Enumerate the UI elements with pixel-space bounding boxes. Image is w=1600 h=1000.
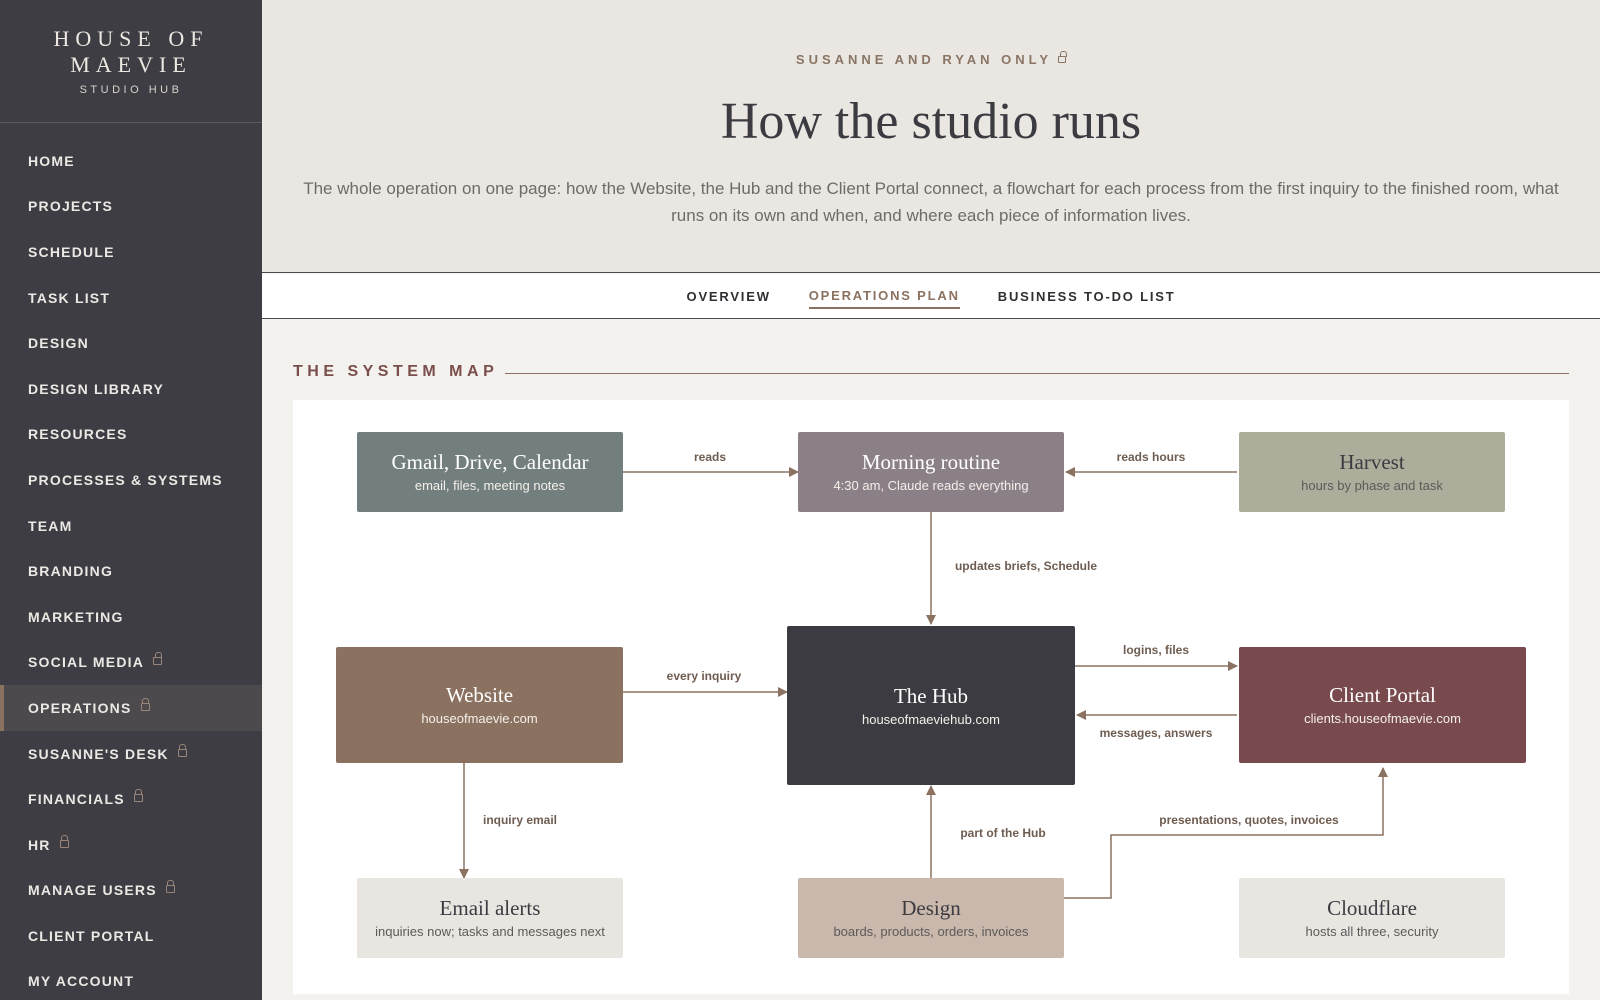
sidebar-item-susanne-s-desk[interactable]: SUSANNE'S DESK <box>0 731 262 777</box>
section-divider <box>505 373 1569 374</box>
section-title: THE SYSTEM MAP <box>293 363 499 380</box>
node-title: Gmail, Drive, Calendar <box>391 450 589 474</box>
sidebar-item-label: FINANCIALS <box>28 791 125 808</box>
lock-icon <box>153 652 163 666</box>
node-website[interactable]: Website houseofmaevie.com <box>336 647 623 763</box>
node-title: Client Portal <box>1329 683 1436 707</box>
node-harvest[interactable]: Harvest hours by phase and task <box>1239 432 1505 512</box>
sidebar-item-operations[interactable]: OPERATIONS <box>0 685 262 731</box>
sidebar-item-label: SOCIAL MEDIA <box>28 654 145 671</box>
node-subtitle: 4:30 am, Claude reads everything <box>833 478 1029 493</box>
node-title: Cloudflare <box>1327 896 1417 920</box>
node-title: Morning routine <box>861 450 1001 474</box>
sidebar-item-processes-systems[interactable]: PROCESSES & SYSTEMS <box>0 457 262 503</box>
sidebar-item-label: TASK LIST <box>28 289 111 306</box>
page-description: The whole operation on one page: how the… <box>303 179 1559 225</box>
node-gmail-drive-calendar[interactable]: Gmail, Drive, Calendar email, files, mee… <box>357 432 623 512</box>
node-subtitle: boards, products, orders, invoices <box>833 924 1029 939</box>
sidebar-item-home[interactable]: HOME <box>0 138 262 184</box>
sidebar: HOUSE OF MAEVIE STUDIO HUB HOME PROJECTS S… <box>0 0 262 1000</box>
node-title: The Hub <box>893 683 969 708</box>
node-title: Website <box>445 683 514 707</box>
brand-subtitle: STUDIO HUB <box>79 84 183 96</box>
edge-label-presentations: presentations, quotes, invoices <box>1159 813 1339 827</box>
node-subtitle: clients.houseofmaevie.com <box>1304 711 1461 726</box>
brand-logo[interactable]: HOUSE OF MAEVIE STUDIO HUB <box>0 0 262 123</box>
node-morning-routine[interactable]: Morning routine 4:30 am, Claude reads ev… <box>798 432 1064 512</box>
lock-icon <box>177 743 187 757</box>
sidebar-item-label: MARKETING <box>28 608 124 625</box>
sidebar-item-my-account[interactable]: MY ACCOUNT <box>0 959 262 1000</box>
sidebar-item-label: DESIGN LIBRARY <box>28 380 165 397</box>
sidebar-item-schedule[interactable]: SCHEDULE <box>0 229 262 275</box>
edge-label-part-of-hub: part of the Hub <box>960 826 1046 840</box>
sidebar-item-marketing[interactable]: MARKETING <box>0 594 262 640</box>
page-tabs: OVERVIEW OPERATIONS PLAN BUSINESS TO-DO LI… <box>262 274 1600 319</box>
page-title: How the studio runs <box>720 93 1142 150</box>
tab-operations-plan[interactable]: OPERATIONS PLAN <box>808 284 960 309</box>
lock-icon <box>59 834 69 848</box>
edge-label-messages-answers: messages, answers <box>1099 726 1213 740</box>
node-cloudflare[interactable]: Cloudflare hosts all three, security <box>1239 878 1505 958</box>
sidebar-item-financials[interactable]: FINANCIALS <box>0 776 262 822</box>
node-design[interactable]: Design boards, products, orders, invoice… <box>798 878 1064 958</box>
sidebar-item-label: TEAM <box>28 517 73 534</box>
sidebar-item-design[interactable]: DESIGN <box>0 320 262 366</box>
sidebar-item-label: DESIGN <box>28 335 89 352</box>
sidebar-item-branding[interactable]: BRANDING <box>0 548 262 594</box>
node-subtitle: inquiries now; tasks and messages next <box>375 924 605 939</box>
node-title: Email alerts <box>439 896 541 920</box>
node-subtitle: houseofmaeviehub.com <box>861 711 1001 727</box>
sidebar-item-label: PROCESSES & SYSTEMS <box>28 471 223 488</box>
sidebar-item-label: CLIENT PORTAL <box>28 927 155 944</box>
edge-label-updates: updates briefs, Schedule <box>954 559 1098 573</box>
sidebar-item-label: SCHEDULE <box>28 243 115 260</box>
sidebar-item-label: RESOURCES <box>28 426 128 443</box>
node-subtitle: hours by phase and task <box>1301 478 1443 493</box>
node-title: Harvest <box>1339 450 1405 474</box>
access-eyebrow-label: SUSANNE AND RYAN ONLY <box>795 52 1053 67</box>
sidebar-item-social-media[interactable]: SOCIAL MEDIA <box>0 640 262 686</box>
node-subtitle: houseofmaevie.com <box>421 711 538 726</box>
system-map: Gmail, Drive, Calendar email, files, mee… <box>293 400 1569 994</box>
sidebar-item-label: SUSANNE'S DESK <box>28 745 169 762</box>
node-subtitle: hosts all three, security <box>1305 924 1439 939</box>
node-title: Design <box>901 896 961 920</box>
sidebar-item-resources[interactable]: RESOURCES <box>0 412 262 458</box>
page-header: SUSANNE AND RYAN ONLY How the studio run… <box>262 0 1600 273</box>
edge-label-reads-hours: reads hours <box>1116 450 1186 464</box>
sidebar-nav: HOME PROJECTS SCHEDULE TASK LIST DESIGN DESIG… <box>0 123 262 1000</box>
sidebar-item-label: BRANDING <box>28 563 114 580</box>
sidebar-item-task-list[interactable]: TASK LIST <box>0 275 262 321</box>
lock-icon <box>133 789 143 803</box>
lock-icon <box>1058 51 1067 63</box>
sidebar-item-label: MANAGE USERS <box>28 882 157 899</box>
node-client-portal[interactable]: Client Portal clients.houseofmaevie.com <box>1239 647 1526 763</box>
edge-label-reads: reads <box>693 450 727 464</box>
node-the-hub[interactable]: The Hub houseofmaeviehub.com <box>787 626 1075 785</box>
sidebar-item-manage-users[interactable]: MANAGE USERS <box>0 868 262 914</box>
sidebar-item-client-portal[interactable]: CLIENT PORTAL <box>0 913 262 959</box>
brand-name-line2: MAEVIE <box>70 52 192 77</box>
lock-icon <box>140 697 150 711</box>
node-email-alerts[interactable]: Email alerts inquiries now; tasks and me… <box>357 878 623 958</box>
sidebar-item-team[interactable]: TEAM <box>0 503 262 549</box>
edge-label-every-inquiry: every inquiry <box>666 669 742 683</box>
edge-label-logins-files: logins, files <box>1122 643 1190 657</box>
sidebar-item-label: OPERATIONS <box>28 699 132 716</box>
lock-icon <box>165 880 175 894</box>
tab-overview[interactable]: OVERVIEW <box>687 285 771 308</box>
sidebar-item-label: HR <box>28 836 51 853</box>
sidebar-item-design-library[interactable]: DESIGN LIBRARY <box>0 366 262 412</box>
brand-name-line1: HOUSE OF <box>53 26 209 51</box>
sidebar-item-label: MY ACCOUNT <box>28 973 135 990</box>
sidebar-item-hr[interactable]: HR <box>0 822 262 868</box>
sidebar-item-projects[interactable]: PROJECTS <box>0 184 262 230</box>
sidebar-item-label: HOME <box>28 152 75 169</box>
node-subtitle: email, files, meeting notes <box>414 478 566 493</box>
access-eyebrow: SUSANNE AND RYAN ONLY <box>262 51 1600 67</box>
sidebar-item-label: PROJECTS <box>28 198 114 215</box>
edge-label-inquiry-email: inquiry email <box>482 813 558 827</box>
tab-business-to-do-list[interactable]: BUSINESS TO-DO LIST <box>998 285 1176 308</box>
